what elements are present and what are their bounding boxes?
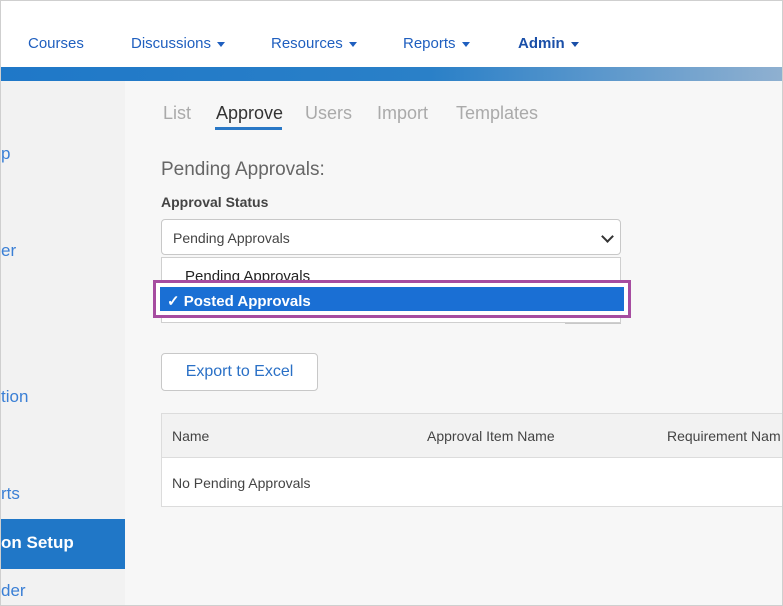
export-to-excel-button[interactable]: Export to Excel [161,353,318,391]
chevron-down-icon [601,230,614,243]
option-posted-approvals[interactable]: ✓ Posted Approvals [160,287,624,311]
sidebar-item[interactable]: der [1,581,26,601]
highlighted-option-frame: ✓ Posted Approvals [153,280,631,318]
nav-courses[interactable]: Courses [28,19,84,67]
empty-table-message: No Pending Approvals [172,475,311,491]
sidebar-item-active[interactable]: on Setup [1,519,125,569]
nav-admin[interactable]: Admin [518,19,579,67]
sidebar-item[interactable]: er [1,241,16,261]
tab-users[interactable]: Users [305,103,352,124]
tab-approve[interactable]: Approve [216,103,283,124]
table-header: Name Approval Item Name Requirement Nam [162,414,782,458]
column-header-name[interactable]: Name [172,428,209,444]
caret-down-icon [570,41,579,47]
sidebar-item[interactable]: tion [1,387,28,407]
main-content: List Approve Users Import Templates Pend… [125,81,782,605]
caret-down-icon [217,41,226,47]
select-value: Pending Approvals [173,230,290,246]
tab-list[interactable]: List [163,103,191,124]
tab-templates[interactable]: Templates [456,103,538,124]
tab-import[interactable]: Import [377,103,428,124]
section-title: Pending Approvals: [161,159,325,180]
nav-discussions[interactable]: Discussions [131,19,226,67]
sidebar: p er tion rts on Setup der [1,81,125,605]
column-header-approval-item-name[interactable]: Approval Item Name [427,428,555,444]
column-header-requirement-name[interactable]: Requirement Nam [667,428,781,444]
caret-down-icon [348,41,357,47]
approvals-table: Name Approval Item Name Requirement Nam … [161,413,782,507]
app-window: Courses Discussions Resources Reports Ad… [0,0,783,606]
nav-reports[interactable]: Reports [403,19,470,67]
caret-down-icon [461,41,470,47]
approval-status-label: Approval Status [161,194,269,210]
sidebar-item[interactable]: rts [1,484,20,504]
active-tab-indicator [215,127,282,130]
approval-status-select[interactable]: Pending Approvals [161,219,621,255]
nav-resources[interactable]: Resources [271,19,357,67]
sidebar-item[interactable]: p [1,144,10,164]
top-nav: Courses Discussions Resources Reports Ad… [1,19,782,67]
accent-bar [1,67,782,81]
